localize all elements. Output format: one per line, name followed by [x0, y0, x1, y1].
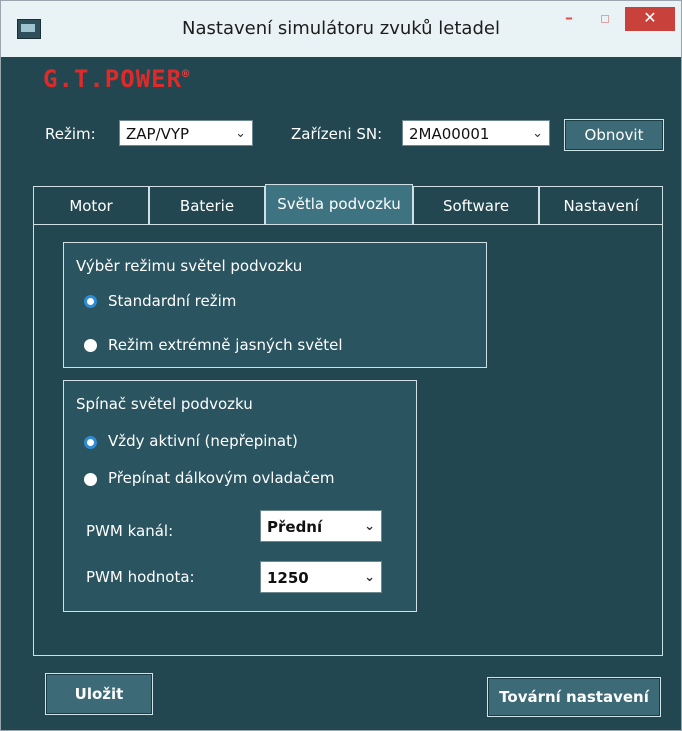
radio-extreme[interactable]	[84, 339, 97, 352]
chevron-down-icon: ⌄	[532, 126, 543, 141]
tab-motor[interactable]: Motor	[33, 186, 149, 224]
chevron-down-icon: ⌄	[364, 519, 375, 534]
radio-standard-label: Standardní režim	[108, 292, 237, 310]
app-window: Nastavení simulátoru zvuků letadel – ▫ ✕…	[0, 0, 682, 731]
chevron-down-icon: ⌄	[364, 570, 375, 585]
pwm-value-value: 1250	[267, 569, 309, 587]
switch-groupbox: Spínač světel podvozku Vždy aktivní (nep…	[63, 380, 417, 612]
switch-group-title: Spínač světel podvozku	[76, 395, 253, 413]
save-button[interactable]: Uložit	[45, 673, 153, 715]
tab-software[interactable]: Software	[413, 186, 539, 224]
chevron-down-icon: ⌄	[235, 126, 246, 141]
tab-bar: Motor Baterie Světla podvozku Software N…	[33, 184, 663, 224]
pwm-value-label: PWM hodnota:	[86, 568, 195, 586]
factory-reset-button[interactable]: Tovární nastavení	[487, 677, 661, 717]
refresh-button[interactable]: Obnovit	[564, 119, 664, 151]
logo: G.T.POWER®	[43, 65, 191, 93]
radio-remote[interactable]	[84, 473, 97, 486]
title-bar: Nastavení simulátoru zvuků letadel – ▫ ✕	[1, 1, 681, 57]
tab-svetla-podvozku[interactable]: Světla podvozku	[265, 184, 413, 224]
mode-label: Režim:	[45, 125, 96, 143]
radio-extreme-label: Režim extrémně jasných světel	[108, 336, 343, 354]
radio-always-active-label: Vždy aktivní (nepřepinat)	[108, 432, 298, 450]
minimize-icon[interactable]: –	[554, 7, 584, 31]
device-select[interactable]: 2MA00001 ⌄	[402, 120, 550, 146]
mode-select[interactable]: ZAP/VYP ⌄	[119, 120, 253, 146]
tab-nastaveni[interactable]: Nastavení	[539, 186, 663, 224]
pwm-channel-value: Přední	[267, 518, 323, 536]
close-icon[interactable]: ✕	[625, 7, 675, 31]
device-label: Zařízeni SN:	[291, 125, 383, 143]
mode-group-title: Výběr režimu světel podvozku	[76, 257, 303, 275]
mode-groupbox: Výběr režimu světel podvozku Standardní …	[63, 242, 487, 368]
pwm-value-select[interactable]: 1250 ⌄	[260, 561, 382, 593]
radio-standard[interactable]	[84, 295, 97, 308]
mode-select-value: ZAP/VYP	[126, 125, 190, 143]
device-select-value: 2MA00001	[409, 125, 490, 143]
maximize-icon[interactable]: ▫	[592, 7, 618, 31]
radio-remote-label: Přepínat dálkovým ovladačem	[108, 469, 335, 487]
pwm-channel-label: PWM kanál:	[86, 522, 174, 540]
radio-always-active[interactable]	[84, 436, 97, 449]
pwm-channel-select[interactable]: Přední ⌄	[260, 510, 382, 542]
tab-baterie[interactable]: Baterie	[149, 186, 265, 224]
